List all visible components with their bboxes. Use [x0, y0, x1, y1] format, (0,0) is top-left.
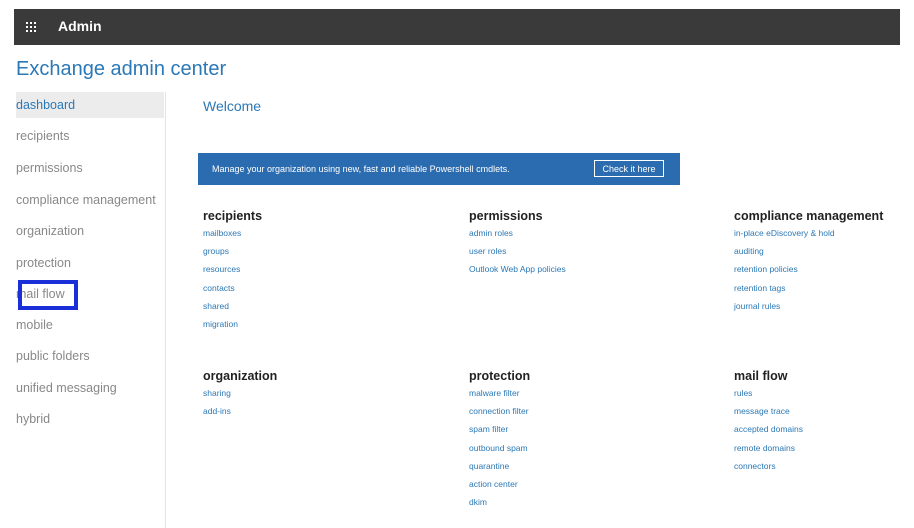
link-sharing[interactable]: sharing: [203, 384, 277, 402]
section-protection: protection malware filter connection fil…: [469, 369, 530, 511]
section-title: recipients: [203, 209, 263, 223]
link-mailboxes[interactable]: mailboxes: [203, 224, 262, 242]
section-title: protection: [469, 369, 531, 383]
nav-item-label: unified messaging: [16, 381, 117, 395]
link-user-roles[interactable]: user roles: [469, 242, 566, 260]
link-groups[interactable]: groups: [203, 242, 262, 260]
link-rules[interactable]: rules: [734, 384, 803, 402]
banner-text: Manage your organization using new, fast…: [212, 164, 510, 174]
link-action-center[interactable]: action center: [469, 475, 530, 493]
link-auditing[interactable]: auditing: [734, 242, 883, 260]
section-permissions: permissions admin roles user roles Outlo…: [469, 209, 566, 279]
link-shared[interactable]: shared: [203, 297, 262, 315]
link-contacts[interactable]: contacts: [203, 279, 262, 297]
topbar-title[interactable]: Admin: [58, 18, 102, 34]
link-remote-domains[interactable]: remote domains: [734, 439, 803, 457]
nav-item-unified-messaging[interactable]: unified messaging: [16, 375, 164, 401]
section-recipients: recipients mailboxes groups resources co…: [203, 209, 262, 333]
powershell-banner: Manage your organization using new, fast…: [198, 153, 680, 185]
check-it-here-button[interactable]: Check it here: [594, 160, 664, 177]
link-outbound-spam[interactable]: outbound spam: [469, 439, 530, 457]
link-migration[interactable]: migration: [203, 315, 262, 333]
link-journal-rules[interactable]: journal rules: [734, 297, 883, 315]
nav-item-mobile[interactable]: mobile: [16, 312, 164, 338]
nav-divider: [165, 92, 166, 528]
nav-item-label: hybrid: [16, 412, 51, 426]
nav-item-dashboard[interactable]: dashboard: [16, 92, 164, 118]
link-connectors[interactable]: connectors: [734, 457, 803, 475]
nav-item-label: mobile: [16, 318, 53, 332]
link-add-ins[interactable]: add-ins: [203, 402, 277, 420]
link-message-trace[interactable]: message trace: [734, 402, 803, 420]
section-title: compliance management: [734, 209, 884, 223]
nav-item-protection[interactable]: protection: [16, 250, 164, 276]
nav-item-label: protection: [16, 256, 71, 270]
link-admin-roles[interactable]: admin roles: [469, 224, 566, 242]
nav-item-organization[interactable]: organization: [16, 218, 164, 244]
link-spam-filter[interactable]: spam filter: [469, 420, 530, 438]
nav-item-label: organization: [16, 224, 85, 238]
link-resources[interactable]: resources: [203, 260, 262, 278]
top-bar: Admin: [14, 9, 900, 45]
section-title: mail flow: [734, 369, 788, 383]
waffle-icon[interactable]: [26, 22, 37, 33]
nav-item-label: compliance management: [16, 193, 156, 207]
link-connection-filter[interactable]: connection filter: [469, 402, 530, 420]
nav-item-hybrid[interactable]: hybrid: [16, 406, 164, 432]
nav-item-permissions[interactable]: permissions: [16, 155, 164, 181]
nav-item-recipients[interactable]: recipients: [16, 123, 164, 149]
link-retention-tags[interactable]: retention tags: [734, 279, 883, 297]
nav-item-label: dashboard: [16, 98, 76, 112]
nav-item-label: permissions: [16, 161, 83, 175]
link-dkim[interactable]: dkim: [469, 493, 530, 511]
section-organization: organization sharing add-ins: [203, 369, 277, 420]
section-title: organization: [203, 369, 278, 383]
app-title: Exchange admin center: [16, 58, 227, 80]
nav-item-label: recipients: [16, 129, 70, 143]
link-owa-policies[interactable]: Outlook Web App policies: [469, 260, 566, 278]
welcome-heading: Welcome: [203, 98, 262, 114]
link-accepted-domains[interactable]: accepted domains: [734, 420, 803, 438]
section-compliance-management: compliance management in-place eDiscover…: [734, 209, 883, 315]
link-retention-policies[interactable]: retention policies: [734, 260, 883, 278]
mail-flow-highlight-box: [18, 280, 78, 310]
section-mail-flow: mail flow rules message trace accepted d…: [734, 369, 803, 475]
link-in-place-ediscovery[interactable]: in-place eDiscovery & hold: [734, 224, 883, 242]
nav-item-compliance-management[interactable]: compliance management: [16, 187, 164, 213]
nav-item-public-folders[interactable]: public folders: [16, 343, 164, 369]
link-malware-filter[interactable]: malware filter: [469, 384, 530, 402]
link-quarantine[interactable]: quarantine: [469, 457, 530, 475]
nav-item-label: public folders: [16, 349, 90, 363]
section-title: permissions: [469, 209, 543, 223]
